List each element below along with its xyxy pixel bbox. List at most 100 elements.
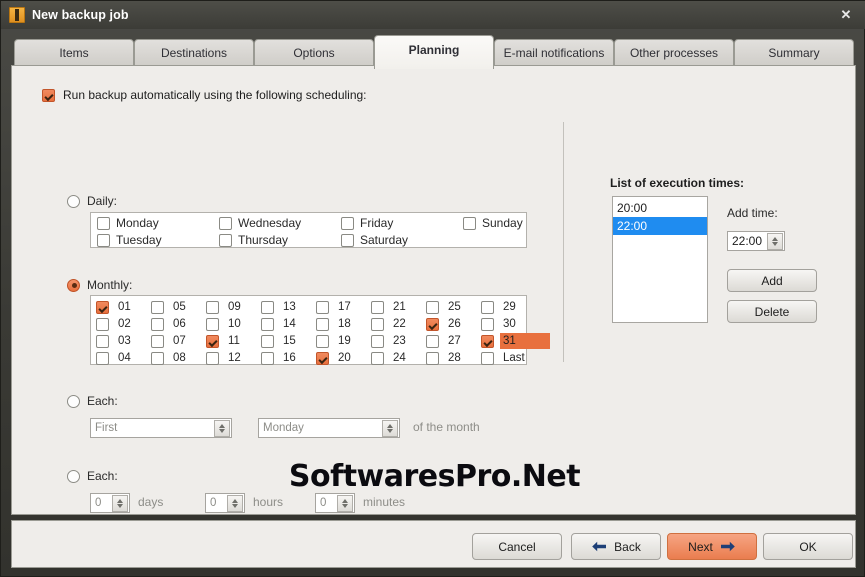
monthly-day-checkbox[interactable] — [96, 334, 109, 348]
daily-day-checkbox[interactable] — [341, 216, 354, 230]
daily-day-checkbox[interactable] — [219, 233, 232, 247]
monthly-radio-row[interactable]: Monthly: — [67, 278, 132, 292]
monthly-day-02[interactable]: 02 — [96, 316, 134, 332]
monthly-day-06[interactable]: 06 — [151, 316, 189, 332]
monthly-day-checkbox[interactable] — [96, 317, 109, 331]
monthly-day-24[interactable]: 24 — [371, 350, 409, 366]
daily-day-checkbox[interactable] — [97, 216, 110, 230]
each-ordinal-radio-row[interactable]: Each: — [67, 394, 118, 408]
each-ordinal-radio[interactable] — [67, 394, 80, 408]
monthly-day-08[interactable]: 08 — [151, 350, 189, 366]
tab-destinations[interactable]: Destinations — [134, 39, 254, 66]
delete-button[interactable]: Delete — [727, 300, 817, 323]
monthly-day-checkbox[interactable] — [371, 351, 384, 365]
monthly-day-checkbox[interactable] — [261, 317, 274, 331]
monthly-day-18[interactable]: 18 — [316, 316, 354, 332]
minutes-stepper[interactable]: 0 — [315, 493, 355, 513]
monthly-day-25[interactable]: 25 — [426, 299, 464, 315]
cancel-button[interactable]: Cancel — [472, 533, 562, 560]
daily-day-checkbox[interactable] — [463, 216, 476, 230]
monthly-day-12[interactable]: 12 — [206, 350, 244, 366]
monthly-day-29[interactable]: 29 — [481, 299, 519, 315]
monthly-day-checkbox[interactable] — [316, 351, 329, 365]
monthly-radio[interactable] — [67, 278, 80, 292]
monthly-day-21[interactable]: 21 — [371, 299, 409, 315]
execution-time-item[interactable]: 20:00 — [613, 199, 707, 217]
monthly-day-05[interactable]: 05 — [151, 299, 189, 315]
monthly-day-28[interactable]: 28 — [426, 350, 464, 366]
daily-day-checkbox[interactable] — [97, 233, 110, 247]
daily-day-sunday[interactable]: Sunday — [463, 216, 523, 230]
tab-other-processes[interactable]: Other processes — [614, 39, 734, 66]
tab-e-mail-notifications[interactable]: E-mail notifications — [494, 39, 614, 66]
monthly-day-checkbox[interactable] — [481, 300, 494, 314]
monthly-day-19[interactable]: 19 — [316, 333, 354, 349]
monthly-day-checkbox[interactable] — [426, 351, 439, 365]
monthly-day-03[interactable]: 03 — [96, 333, 134, 349]
monthly-day-22[interactable]: 22 — [371, 316, 409, 332]
hours-stepper[interactable]: 0 — [205, 493, 245, 513]
ordinal-select[interactable]: First — [90, 418, 232, 438]
daily-day-checkbox[interactable] — [219, 216, 232, 230]
monthly-day-checkbox[interactable] — [261, 300, 274, 314]
monthly-day-20[interactable]: 20 — [316, 350, 354, 366]
monthly-day-09[interactable]: 09 — [206, 299, 244, 315]
monthly-day-checkbox[interactable] — [316, 334, 329, 348]
monthly-day-checkbox[interactable] — [151, 300, 164, 314]
monthly-day-checkbox[interactable] — [96, 300, 109, 314]
monthly-day-checkbox[interactable] — [96, 351, 109, 365]
enable-scheduling-checkbox[interactable] — [42, 88, 55, 102]
daily-day-thursday[interactable]: Thursday — [219, 233, 288, 247]
monthly-day-23[interactable]: 23 — [371, 333, 409, 349]
monthly-day-checkbox[interactable] — [261, 351, 274, 365]
monthly-day-11[interactable]: 11 — [206, 333, 243, 349]
add-time-spinner-arrows[interactable] — [767, 232, 783, 250]
daily-radio[interactable] — [67, 194, 80, 208]
daily-day-tuesday[interactable]: Tuesday — [97, 233, 162, 247]
monthly-day-checkbox[interactable] — [426, 334, 439, 348]
daily-day-saturday[interactable]: Saturday — [341, 233, 408, 247]
days-spinner-arrows[interactable] — [112, 494, 128, 512]
monthly-day-checkbox[interactable] — [371, 300, 384, 314]
tab-options[interactable]: Options — [254, 39, 374, 66]
daily-radio-row[interactable]: Daily: — [67, 194, 117, 208]
monthly-day-checkbox[interactable] — [426, 317, 439, 331]
weekday-select[interactable]: Monday — [258, 418, 400, 438]
tab-items[interactable]: Items — [14, 39, 134, 66]
monthly-day-14[interactable]: 14 — [261, 316, 299, 332]
back-button[interactable]: Back — [571, 533, 661, 560]
daily-day-wednesday[interactable]: Wednesday — [219, 216, 301, 230]
minutes-spinner-arrows[interactable] — [337, 494, 353, 512]
monthly-day-checkbox[interactable] — [481, 334, 494, 348]
monthly-day-checkbox[interactable] — [206, 317, 219, 331]
monthly-day-30[interactable]: 30 — [481, 316, 519, 332]
monthly-day-31[interactable]: 31 — [481, 333, 550, 349]
ordinal-spinner-arrows[interactable] — [214, 419, 230, 437]
monthly-day-checkbox[interactable] — [151, 317, 164, 331]
monthly-day-10[interactable]: 10 — [206, 316, 244, 332]
monthly-day-checkbox[interactable] — [206, 300, 219, 314]
next-button[interactable]: Next — [667, 533, 757, 560]
monthly-day-checkbox[interactable] — [316, 317, 329, 331]
monthly-day-checkbox[interactable] — [481, 351, 494, 365]
monthly-day-checkbox[interactable] — [206, 334, 219, 348]
daily-day-checkbox[interactable] — [341, 233, 354, 247]
monthly-day-16[interactable]: 16 — [261, 350, 299, 366]
daily-day-monday[interactable]: Monday — [97, 216, 159, 230]
daily-day-friday[interactable]: Friday — [341, 216, 393, 230]
monthly-day-15[interactable]: 15 — [261, 333, 299, 349]
monthly-day-04[interactable]: 04 — [96, 350, 134, 366]
weekday-spinner-arrows[interactable] — [382, 419, 398, 437]
tab-summary[interactable]: Summary — [734, 39, 854, 66]
ok-button[interactable]: OK — [763, 533, 853, 560]
enable-scheduling-row[interactable]: Run backup automatically using the follo… — [42, 88, 367, 102]
monthly-day-checkbox[interactable] — [371, 317, 384, 331]
monthly-day-checkbox[interactable] — [261, 334, 274, 348]
monthly-day-checkbox[interactable] — [151, 334, 164, 348]
execution-times-list[interactable]: 20:00 22:00 — [612, 196, 708, 323]
monthly-day-07[interactable]: 07 — [151, 333, 189, 349]
monthly-day-26[interactable]: 26 — [426, 316, 464, 332]
add-time-input[interactable]: 22:00 — [727, 231, 785, 251]
close-icon[interactable]: ✕ — [832, 5, 860, 25]
days-stepper[interactable]: 0 — [90, 493, 130, 513]
